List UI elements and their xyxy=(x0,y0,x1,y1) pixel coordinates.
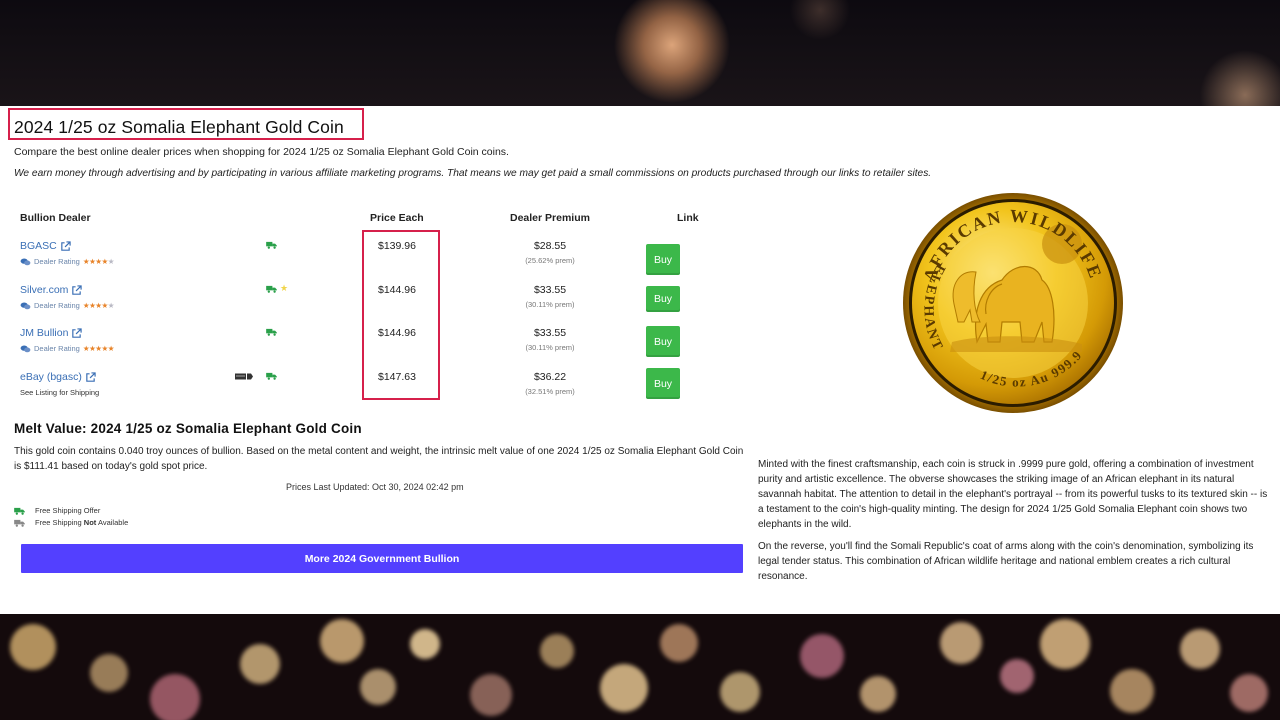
title-highlight-box: 2024 1/25 oz Somalia Elephant Gold Coin xyxy=(8,108,364,140)
content-panel: 2024 1/25 oz Somalia Elephant Gold Coin … xyxy=(0,106,1280,614)
premium-percent: (32.51% prem) xyxy=(525,387,575,396)
intro-text: Compare the best online dealer prices wh… xyxy=(14,146,509,158)
rating-label: Dealer Rating xyxy=(34,301,80,310)
star-rating: ★★★★★ xyxy=(82,257,115,266)
coin-description-obverse: Minted with the finest craftsmanship, ea… xyxy=(758,459,1268,530)
card-icon xyxy=(235,373,253,380)
header-price-each: Price Each xyxy=(370,212,424,224)
buy-button[interactable]: Buy xyxy=(646,286,680,312)
external-link-icon xyxy=(61,240,71,251)
legend-free-shipping: Free Shipping Offer xyxy=(14,506,100,515)
star-rating: ★★★★★ xyxy=(82,344,115,353)
truck-icon xyxy=(266,372,277,380)
background-bokeh-bottom xyxy=(0,614,1280,720)
external-link-icon xyxy=(72,327,83,338)
dealer-premium: $28.55 xyxy=(533,240,567,252)
star-rating: ★★★★★ xyxy=(82,301,115,310)
buy-button[interactable]: Buy xyxy=(646,326,680,357)
external-link-icon xyxy=(72,284,83,295)
truck-icon xyxy=(14,519,25,527)
dealer-rating[interactable]: Dealer Rating ★★★★★ xyxy=(20,344,114,353)
dealer-premium: $33.55 xyxy=(533,284,567,296)
legend-label: Free Shipping Offer xyxy=(35,506,101,515)
dealer-link-bgasc[interactable]: BGASC xyxy=(20,240,71,252)
premium-percent: (30.11% prem) xyxy=(525,300,575,309)
legend-label: Free Shipping Not Available xyxy=(35,518,129,527)
rating-label: Dealer Rating xyxy=(34,344,80,353)
dealer-premium: $36.22 xyxy=(533,371,567,383)
truck-icon xyxy=(266,285,277,293)
see-listing-note: See Listing for Shipping xyxy=(20,388,100,397)
rating-label: Dealer Rating xyxy=(34,257,80,266)
truck-icon xyxy=(14,507,25,515)
legend-no-free-shipping: Free Shipping Not Available xyxy=(14,518,128,527)
coin-description-reverse: On the reverse, you'll find the Somali R… xyxy=(758,541,1254,582)
chat-icon xyxy=(20,301,31,309)
affiliate-disclaimer: We earn money through advertising and by… xyxy=(14,168,932,179)
dealer-rating[interactable]: Dealer Rating ★★★★★ xyxy=(20,257,115,266)
header-dealer-premium: Dealer Premium xyxy=(510,212,590,224)
buy-button[interactable]: Buy xyxy=(646,368,680,399)
truck-icon xyxy=(266,328,277,336)
header-bullion-dealer: Bullion Dealer xyxy=(20,212,91,224)
chat-icon xyxy=(20,344,31,352)
dealer-name: JM Bullion xyxy=(20,327,69,339)
dealer-name: eBay (bgasc) xyxy=(20,371,82,383)
dealer-name: Silver.com xyxy=(20,284,69,296)
coin-image: AFRICAN WILDLIFE ELEPHANT 1/25 oz Au 999… xyxy=(902,192,1124,414)
premium-percent: (25.62% prem) xyxy=(525,256,575,265)
star-icon: ★ xyxy=(280,283,289,293)
page-title: 2024 1/25 oz Somalia Elephant Gold Coin xyxy=(14,117,344,137)
header-link: Link xyxy=(677,212,699,224)
buy-button[interactable]: Buy xyxy=(646,244,680,275)
more-government-bullion-button[interactable]: More 2024 Government Bullion xyxy=(21,544,743,573)
dealer-premium: $33.55 xyxy=(533,327,567,339)
chat-icon xyxy=(20,257,31,265)
premium-percent: (30.11% prem) xyxy=(525,343,575,352)
dealer-name: BGASC xyxy=(20,240,57,252)
dealer-link-ebay[interactable]: eBay (bgasc) xyxy=(20,371,96,383)
external-link-icon xyxy=(86,371,96,382)
prices-last-updated: Prices Last Updated: Oct 30, 2024 02:42 … xyxy=(286,482,464,492)
melt-value-text: This gold coin contains 0.040 troy ounce… xyxy=(14,446,744,472)
price-highlight-box xyxy=(362,230,440,400)
melt-value-heading: Melt Value: 2024 1/25 oz Somalia Elephan… xyxy=(14,421,362,436)
dealer-link-silver-com[interactable]: Silver.com xyxy=(20,284,83,296)
truck-icon xyxy=(266,241,277,249)
dealer-rating[interactable]: Dealer Rating ★★★★★ xyxy=(20,301,115,310)
background-bokeh-top xyxy=(0,0,1280,106)
dealer-link-jm-bullion[interactable]: JM Bullion xyxy=(20,327,83,339)
